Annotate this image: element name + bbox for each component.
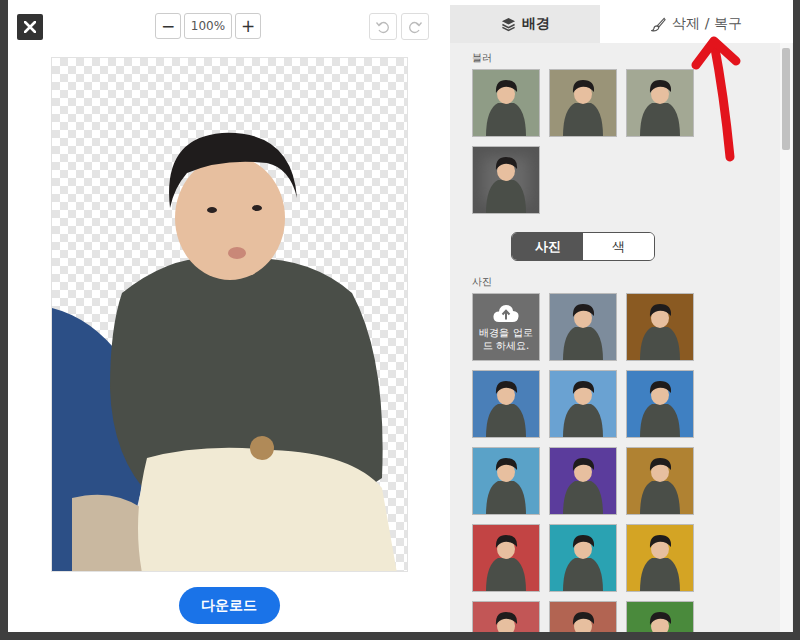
zoom-value: 100% xyxy=(184,13,232,39)
scrollbar[interactable] xyxy=(780,43,792,632)
undo-button[interactable] xyxy=(369,13,397,40)
child-thumbnail-icon xyxy=(472,146,540,214)
close-icon xyxy=(24,21,36,33)
annotation-arrow-icon xyxy=(690,35,770,165)
scrollbar-thumb[interactable] xyxy=(782,48,790,150)
child-thumbnail-icon xyxy=(626,370,694,438)
redo-icon xyxy=(407,19,423,35)
blur-grid xyxy=(472,69,780,214)
child-thumbnail-icon xyxy=(472,447,540,515)
zoom-in-button[interactable]: + xyxy=(235,13,261,39)
brush-icon xyxy=(651,17,666,32)
mode-toggle-row: 사진색 xyxy=(472,232,694,261)
tab[interactable]: 삭제 / 복구 xyxy=(600,5,793,43)
mode-option[interactable]: 사진 xyxy=(512,233,583,260)
photo-thumbnail[interactable] xyxy=(549,524,617,592)
photo-thumbnail[interactable] xyxy=(549,370,617,438)
upload-tile[interactable]: 배경을 업로드 하세요. xyxy=(472,293,540,361)
toolbar: −100%+ xyxy=(8,0,450,57)
child-thumbnail-icon xyxy=(472,601,540,632)
close-button[interactable] xyxy=(17,14,43,40)
photo-thumbnail[interactable] xyxy=(472,524,540,592)
photo-thumbnail[interactable] xyxy=(626,601,694,632)
child-thumbnail-icon xyxy=(549,69,617,137)
child-thumbnail-icon xyxy=(472,370,540,438)
editor-area: −100%+ 다운로드 xyxy=(8,0,450,632)
mode-toggle: 사진색 xyxy=(511,232,655,261)
child-thumbnail-icon xyxy=(549,370,617,438)
child-thumbnail-icon xyxy=(626,293,694,361)
layers-icon xyxy=(501,17,516,32)
child-thumbnail-icon xyxy=(549,293,617,361)
download-button[interactable]: 다운로드 xyxy=(179,587,280,624)
child-thumbnail-icon xyxy=(626,447,694,515)
photo-thumbnail[interactable] xyxy=(626,447,694,515)
photo-thumbnail[interactable] xyxy=(549,293,617,361)
options-content: 블러사진색사진배경을 업로드 하세요. xyxy=(450,43,780,632)
image-canvas[interactable] xyxy=(51,57,408,572)
photo-thumbnail[interactable] xyxy=(626,370,694,438)
zoom-controls: −100%+ xyxy=(155,13,261,39)
options-scroll: 블러사진색사진배경을 업로드 하세요. xyxy=(450,43,793,632)
photo-thumbnail[interactable] xyxy=(472,447,540,515)
section-label: 블러 xyxy=(472,51,780,65)
undo-icon xyxy=(375,19,391,35)
options-panel: 배경삭제 / 복구블러사진색사진배경을 업로드 하세요. xyxy=(450,5,793,632)
child-thumbnail-icon xyxy=(549,601,617,632)
section-label: 사진 xyxy=(472,275,780,289)
cloud-upload-icon xyxy=(493,303,519,323)
child-thumbnail-icon xyxy=(626,524,694,592)
background-editor: −100%+다운로드배경삭제 / 복구블러사진색사진배경을 업로드 하세요. xyxy=(8,0,793,632)
child-thumbnail-icon xyxy=(549,524,617,592)
blur-thumbnail[interactable] xyxy=(472,146,540,214)
photo-thumbnail[interactable] xyxy=(472,370,540,438)
child-thumbnail-icon xyxy=(472,524,540,592)
history-controls xyxy=(369,13,429,40)
photo-thumbnail[interactable] xyxy=(472,601,540,632)
photo-thumbnail[interactable] xyxy=(549,447,617,515)
child-thumbnail-icon xyxy=(626,601,694,632)
photo-grid: 배경을 업로드 하세요. xyxy=(472,293,780,632)
photo-thumbnail[interactable] xyxy=(549,601,617,632)
photo-thumbnail[interactable] xyxy=(626,524,694,592)
child-thumbnail-icon xyxy=(472,69,540,137)
child-thumbnail-icon xyxy=(549,447,617,515)
tab[interactable]: 배경 xyxy=(450,5,600,43)
blur-thumbnail[interactable] xyxy=(549,69,617,137)
blur-thumbnail[interactable] xyxy=(472,69,540,137)
redo-button[interactable] xyxy=(401,13,429,40)
cutout-photo xyxy=(52,58,408,572)
photo-thumbnail[interactable] xyxy=(626,293,694,361)
zoom-out-button[interactable]: − xyxy=(155,13,181,39)
tab-bar: 배경삭제 / 복구 xyxy=(450,5,793,43)
mode-option[interactable]: 색 xyxy=(583,233,654,260)
child-thumbnail-icon xyxy=(626,69,694,137)
blur-thumbnail[interactable] xyxy=(626,69,694,137)
